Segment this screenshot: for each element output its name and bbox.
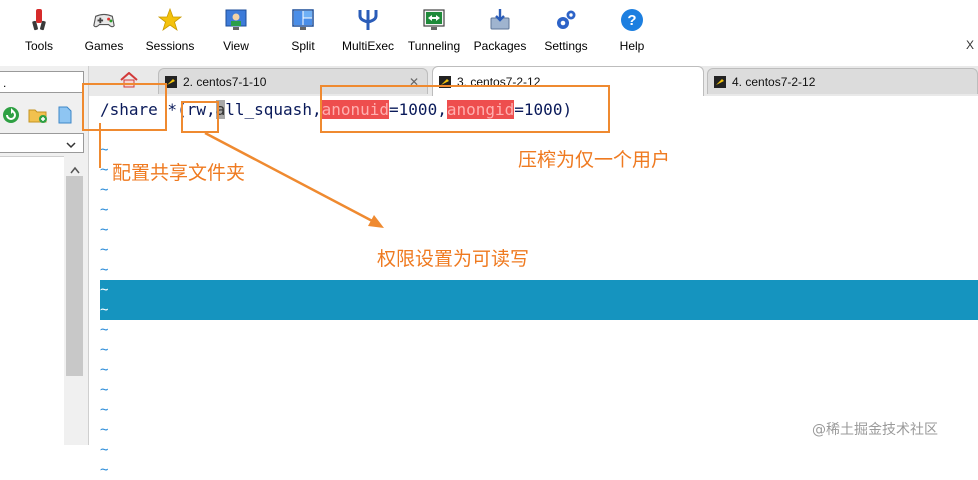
watermark: @稀土掘金技术社区 (812, 422, 938, 438)
annotation-permission: 权限设置为可读写 (377, 248, 530, 270)
annotation-squash: 压榨为仅一个用户 (518, 149, 671, 171)
annotation-config-share: 配置共享文件夹 (112, 162, 246, 184)
vim-tilde-line: ~ (100, 462, 109, 478)
annotation-arrows (99, 123, 384, 228)
annotation-arrow-head (368, 215, 384, 228)
